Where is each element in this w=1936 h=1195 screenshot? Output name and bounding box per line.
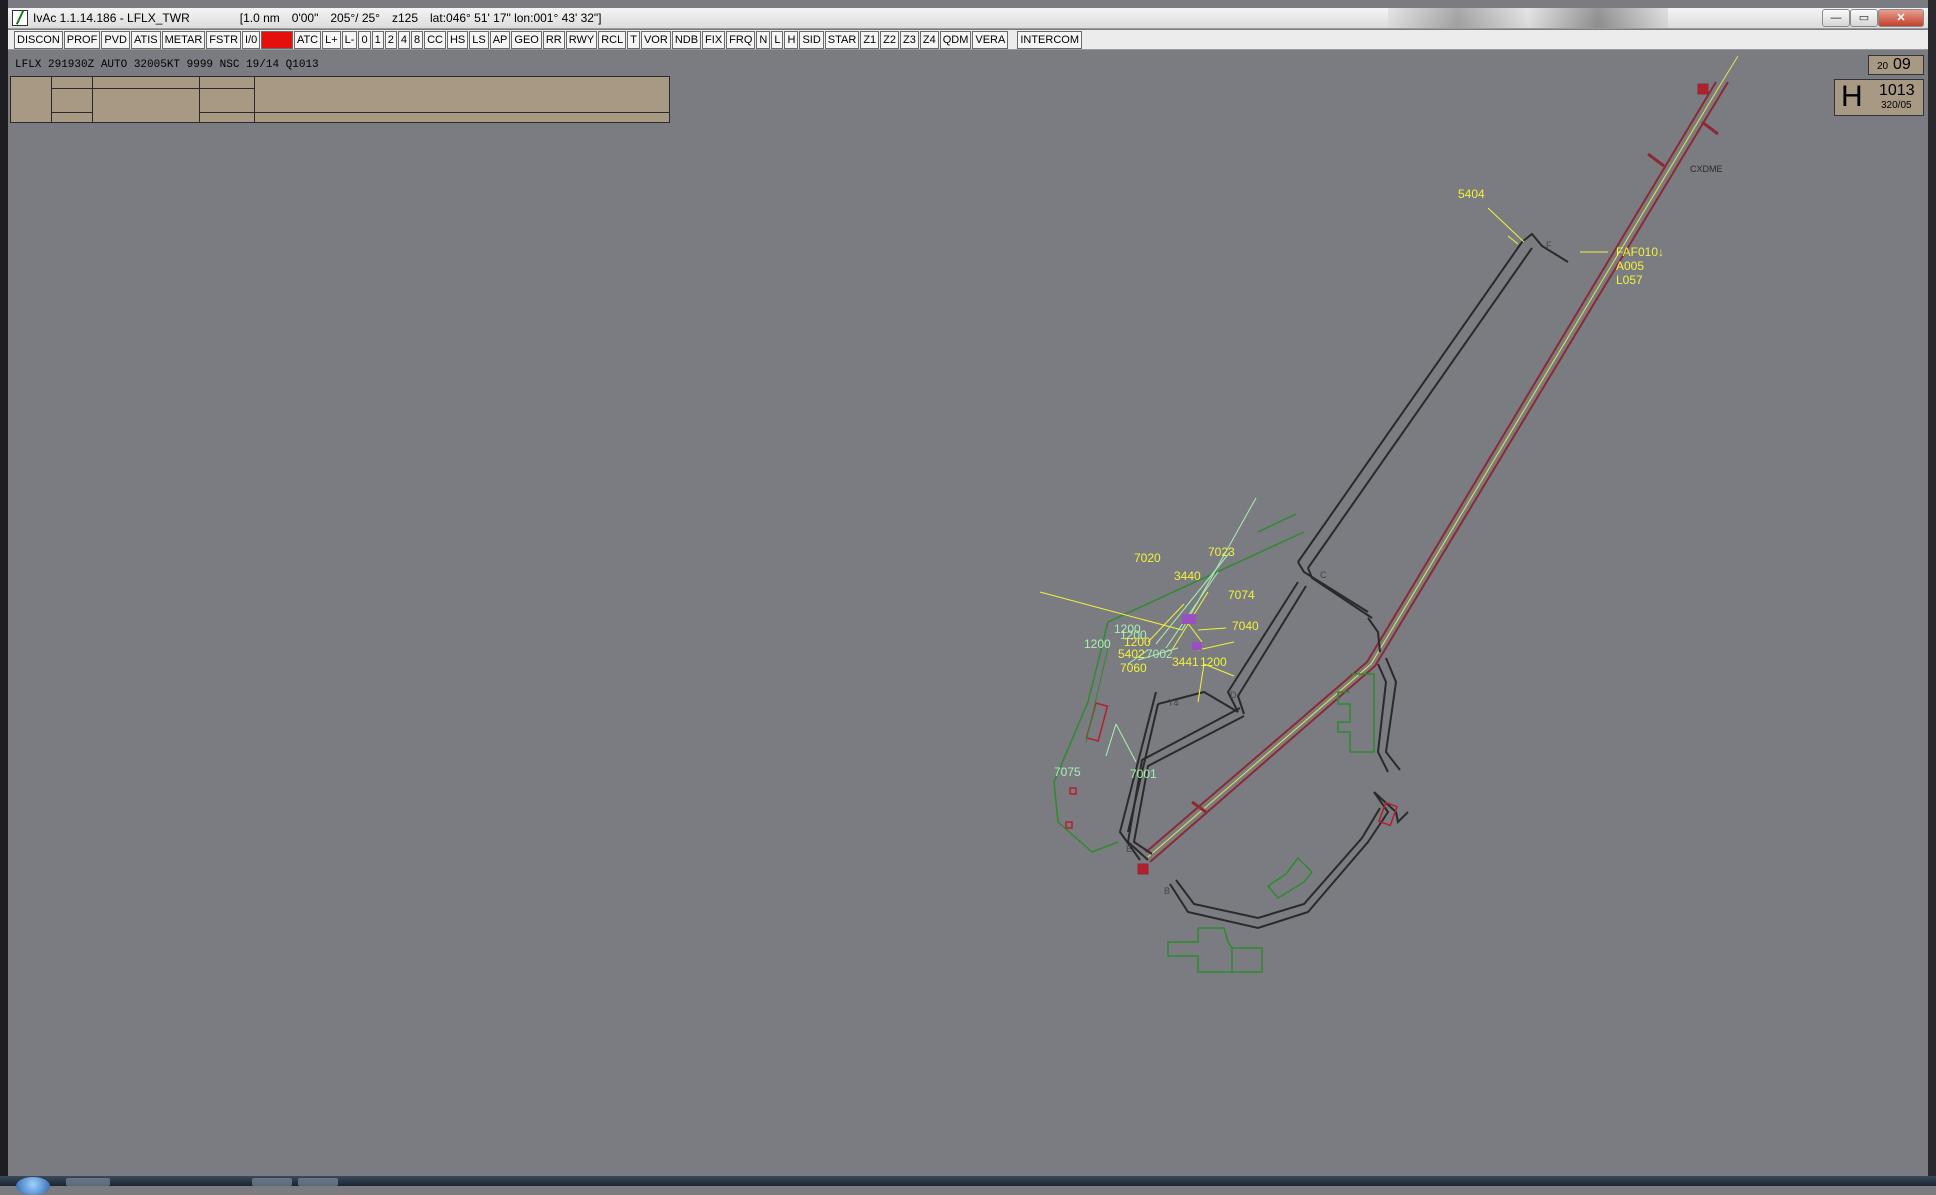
toolbar-button-sid[interactable]: SID (799, 30, 824, 49)
window-title: IvAc 1.1.14.186 - LFLX_TWR (33, 11, 190, 25)
toolbar-button-fix[interactable]: FIX (702, 30, 726, 49)
title-bar-background (1388, 8, 1668, 28)
taxiway-label: B (1164, 886, 1170, 896)
traffic-label[interactable]: 7074 (1228, 588, 1255, 602)
window-frame-left (0, 0, 8, 1186)
toolbar-button-l-[interactable]: L+ (322, 30, 341, 49)
traffic-label[interactable]: 1200 (1200, 655, 1227, 669)
toolbar-button-8[interactable]: 8 (410, 30, 424, 49)
toolbar-button-i-0[interactable]: I/0 (242, 30, 261, 49)
taskbar-item[interactable] (298, 1178, 338, 1186)
toolbar-button-com[interactable]: COM (261, 30, 293, 49)
taxiway-labels: F E C D T4 B (1126, 240, 1552, 896)
toolbar-button-intercom[interactable]: INTERCOM (1017, 30, 1082, 49)
toolbar-button-h[interactable]: H (784, 30, 799, 49)
traffic-label[interactable]: 7060 (1120, 661, 1147, 675)
traffic-label[interactable]: FAF010↓ (1616, 245, 1664, 259)
minimize-button[interactable]: — (1822, 9, 1850, 27)
traffic-labels[interactable]: 5404 FAF010↓ A005 L057 CXDME 7020 7023 3… (1054, 164, 1723, 781)
toolbar-button-rr[interactable]: RR (542, 30, 565, 49)
traffic-label[interactable]: 5404 (1458, 187, 1485, 201)
toolbar-button-2[interactable]: 2 (384, 30, 397, 49)
traffic-label[interactable]: 7023 (1208, 545, 1235, 559)
traffic-label[interactable]: 7001 (1130, 767, 1157, 781)
app-icon[interactable] (12, 10, 28, 26)
toolbar-button-discon[interactable]: DISCON (14, 30, 63, 49)
taskbar-item[interactable] (252, 1178, 292, 1186)
toolbar-button-atis[interactable]: ATIS (130, 30, 161, 49)
toolbar-button-atc[interactable]: ATC (293, 30, 322, 49)
window-frame-right (1928, 0, 1936, 1186)
close-button[interactable]: ✕ (1878, 9, 1924, 27)
range-readout: [1.0 nm (239, 11, 280, 25)
toolbar-button-prof[interactable]: PROF (63, 30, 101, 49)
toolbar-button-vera[interactable]: VERA (972, 30, 1009, 49)
taxiway-label: T4 (1168, 698, 1179, 708)
position-readout: lat:046° 51' 17" lon:001° 43' 32"] (430, 11, 602, 25)
taxiway-label: C (1320, 570, 1327, 580)
toolbar-button-ndb[interactable]: NDB (671, 30, 702, 49)
toolbar-button-pvd[interactable]: PVD (101, 30, 130, 49)
toolbar: DISCON PROF PVD ATIS METAR FSTR I/0 COM ATC L+ L- 0… (8, 30, 1928, 50)
maximize-button[interactable]: ▭ (1850, 9, 1878, 27)
radar-scope[interactable]: 5404 FAF010↓ A005 L057 CXDME 7020 7023 3… (8, 52, 1928, 1174)
toolbar-button-metar[interactable]: METAR (161, 30, 206, 49)
heading-readout: 205°/ 25° (330, 11, 380, 25)
taskbar-item[interactable] (66, 1178, 110, 1186)
time-offset-readout: 0'00" (291, 11, 319, 25)
toolbar-button-qdm[interactable]: QDM (939, 30, 972, 49)
taxiway-label: D (1230, 690, 1237, 700)
toolbar-button-rwy[interactable]: RWY (565, 30, 598, 49)
traffic-altitude[interactable]: A005 (1616, 259, 1644, 273)
traffic-label[interactable]: 3441 (1172, 655, 1199, 669)
toolbar-button-fstr[interactable]: FSTR (206, 30, 242, 49)
toolbar-button-z1[interactable]: Z1 (860, 30, 880, 49)
traffic-label[interactable]: 3440 (1174, 569, 1201, 583)
toolbar-button-l-[interactable]: L- (341, 30, 358, 49)
toolbar-button-star[interactable]: STAR (824, 30, 860, 49)
toolbar-button-z3[interactable]: Z3 (900, 30, 919, 49)
runway-threshold (1697, 83, 1709, 95)
zoom-readout: z125 (391, 11, 419, 25)
fix-label[interactable]: CXDME (1690, 164, 1723, 174)
apron-areas (1053, 513, 1375, 973)
title-bar[interactable]: IvAc 1.1.14.186 - LFLX_TWR [1.0 nm 0'00"… (8, 8, 1928, 29)
traffic-leader-lines (1039, 207, 1608, 763)
toolbar-button-cc[interactable]: CC (424, 30, 446, 49)
traffic-label[interactable]: 7075 (1054, 765, 1081, 779)
toolbar-button-t[interactable]: T (627, 30, 640, 49)
toolbar-button-ls[interactable]: LS (469, 30, 489, 49)
toolbar-button-rcl[interactable]: RCL (598, 30, 627, 49)
toolbar-button-vor[interactable]: VOR (640, 30, 671, 49)
runway (1137, 81, 1729, 875)
traffic-label[interactable]: 1200 (1084, 637, 1111, 651)
toolbar-button-z2[interactable]: Z2 (880, 30, 899, 49)
approach-centerline (1721, 55, 1739, 83)
runway-threshold (1137, 863, 1149, 875)
taxiway-label: E (1126, 844, 1132, 854)
toolbar-button-z4[interactable]: Z4 (919, 30, 939, 49)
traffic-distance[interactable]: L057 (1616, 273, 1643, 287)
traffic-label[interactable]: 7002 (1146, 647, 1173, 661)
traffic-label[interactable]: 7040 (1232, 619, 1259, 633)
traffic-label[interactable]: 7020 (1134, 551, 1161, 565)
toolbar-button-geo[interactable]: GEO (511, 30, 542, 49)
traffic-label[interactable]: 5402 (1118, 647, 1145, 661)
aircraft-symbol[interactable] (1192, 642, 1202, 650)
toolbar-button-n[interactable]: N (756, 30, 771, 49)
toolbar-button-l[interactable]: L (771, 30, 784, 49)
toolbar-button-frq[interactable]: FRQ (726, 30, 756, 49)
aircraft-symbol[interactable] (1182, 614, 1196, 624)
taxiway-label: F (1546, 240, 1552, 250)
toolbar-button-1[interactable]: 1 (371, 30, 384, 49)
toolbar-button-hs[interactable]: HS (446, 30, 469, 49)
start-button[interactable] (16, 1177, 50, 1195)
toolbar-button-0[interactable]: 0 (358, 30, 371, 49)
toolbar-button-4[interactable]: 4 (397, 30, 410, 49)
toolbar-button-ap[interactable]: AP (489, 30, 511, 49)
